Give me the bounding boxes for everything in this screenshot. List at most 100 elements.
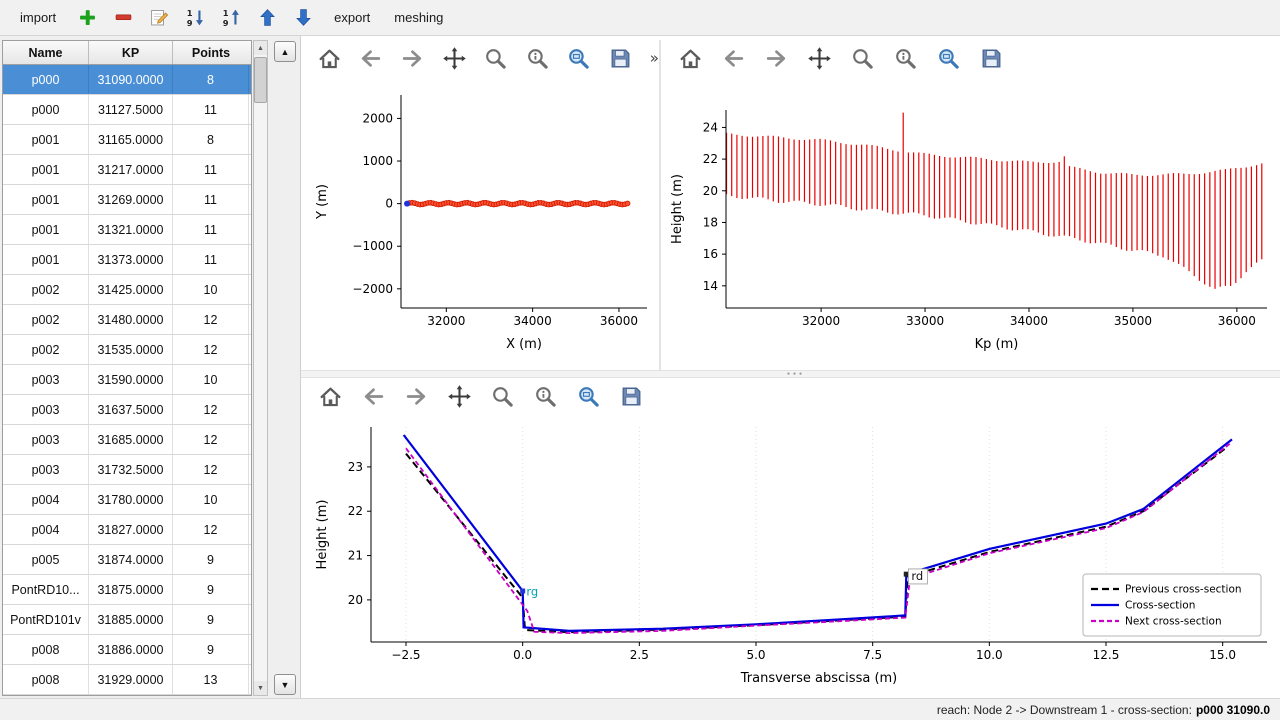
scrollbar-up-button[interactable]: ▲ bbox=[254, 41, 267, 55]
svg-text:rg: rg bbox=[526, 584, 538, 598]
zoom-rect-button[interactable] bbox=[563, 43, 596, 73]
back-icon bbox=[721, 46, 746, 71]
table-row[interactable]: p00331637.500012 bbox=[3, 395, 251, 425]
sort-ascending-button[interactable]: 19 bbox=[218, 5, 244, 31]
zoom-rect-icon bbox=[566, 46, 591, 71]
scrollbar-thumb[interactable] bbox=[254, 57, 267, 103]
table-row[interactable]: p00431827.000012 bbox=[3, 515, 251, 545]
points-cell: 9 bbox=[173, 575, 249, 604]
kp-cell: 31780.0000 bbox=[89, 485, 173, 514]
table-row[interactable]: p00131373.000011 bbox=[3, 245, 251, 275]
svg-text:36000: 36000 bbox=[1218, 314, 1256, 328]
splitter-grip[interactable] bbox=[787, 370, 805, 378]
pan-button[interactable] bbox=[802, 43, 836, 73]
toolbar-overflow-chevron[interactable]: » bbox=[650, 49, 659, 67]
kp-cell: 31217.0000 bbox=[89, 155, 173, 184]
panel-scroll-up-button[interactable]: ▲ bbox=[274, 41, 296, 62]
zoom-info-button[interactable] bbox=[888, 43, 922, 73]
zoom-info-icon bbox=[525, 46, 550, 71]
points-cell: 10 bbox=[173, 275, 249, 304]
pan-icon bbox=[447, 384, 472, 409]
table-row[interactable]: p00831929.000013 bbox=[3, 665, 251, 695]
pan-button[interactable] bbox=[442, 381, 476, 411]
home-button[interactable] bbox=[313, 381, 347, 411]
name-cell: p001 bbox=[3, 155, 89, 184]
points-cell: 11 bbox=[173, 215, 249, 244]
scrollbar-down-button[interactable]: ▼ bbox=[254, 681, 267, 695]
import-button[interactable]: import bbox=[14, 6, 62, 29]
points-cell: 9 bbox=[173, 605, 249, 634]
column-header-points[interactable]: Points bbox=[173, 41, 249, 64]
column-header-kp[interactable]: KP bbox=[89, 41, 173, 64]
table-row[interactable]: p00031127.500011 bbox=[3, 95, 251, 125]
minus-icon bbox=[113, 7, 134, 28]
table-row[interactable]: p00131165.00008 bbox=[3, 125, 251, 155]
name-cell: p008 bbox=[3, 635, 89, 664]
profile-plot-canvas[interactable]: 3200033000340003500036000141618202224Kp … bbox=[661, 80, 1280, 370]
svg-text:Cross-section: Cross-section bbox=[1125, 600, 1195, 612]
save-button[interactable] bbox=[974, 43, 1008, 73]
cross-section-plot-canvas[interactable]: rgrd−2.50.02.55.07.510.012.515.020212223… bbox=[301, 414, 1280, 698]
back-button[interactable] bbox=[355, 43, 388, 73]
forward-button[interactable] bbox=[399, 381, 433, 411]
table-row[interactable]: p00131321.000011 bbox=[3, 215, 251, 245]
meshing-button[interactable]: meshing bbox=[388, 6, 449, 29]
back-button[interactable] bbox=[356, 381, 390, 411]
zoom-button[interactable] bbox=[485, 381, 519, 411]
table-row[interactable]: p00831886.00009 bbox=[3, 635, 251, 665]
table-row[interactable]: p00131269.000011 bbox=[3, 185, 251, 215]
table-row[interactable]: p00031090.00008 bbox=[3, 65, 251, 95]
save-button[interactable] bbox=[604, 43, 637, 73]
scrollbar-track[interactable] bbox=[254, 55, 267, 681]
forward-button[interactable] bbox=[759, 43, 793, 73]
table-row[interactable]: p00331685.000012 bbox=[3, 425, 251, 455]
points-cell: 11 bbox=[173, 155, 249, 184]
table-row[interactable]: p00331590.000010 bbox=[3, 365, 251, 395]
home-button[interactable] bbox=[673, 43, 707, 73]
table-scrollbar[interactable]: ▲ ▼ bbox=[253, 40, 268, 696]
table-row[interactable]: PontRD101v31885.00009 bbox=[3, 605, 251, 635]
zoom-info-button[interactable] bbox=[528, 381, 562, 411]
edit-icon bbox=[149, 7, 170, 28]
forward-button[interactable] bbox=[396, 43, 429, 73]
zoom-rect-button[interactable] bbox=[571, 381, 605, 411]
svg-text:34000: 34000 bbox=[514, 314, 552, 328]
table-row[interactable]: p00231425.000010 bbox=[3, 275, 251, 305]
sort-descending-button[interactable]: 19 bbox=[182, 5, 208, 31]
export-button[interactable]: export bbox=[328, 6, 376, 29]
back-button[interactable] bbox=[716, 43, 750, 73]
sort-down-icon: 19 bbox=[185, 7, 206, 28]
table-row[interactable]: p00231480.000012 bbox=[3, 305, 251, 335]
zoom-rect-button[interactable] bbox=[931, 43, 965, 73]
table-row[interactable]: p00231535.000012 bbox=[3, 335, 251, 365]
name-cell: p003 bbox=[3, 395, 89, 424]
plan-plot-canvas[interactable]: 320003400036000200010000−1000−2000X (m)Y… bbox=[301, 80, 659, 370]
panel-scroll-down-button[interactable]: ▼ bbox=[274, 674, 296, 695]
zoom-button[interactable] bbox=[479, 43, 512, 73]
arrow-down-icon bbox=[293, 7, 314, 28]
table-row[interactable]: p00431780.000010 bbox=[3, 485, 251, 515]
name-cell: p003 bbox=[3, 425, 89, 454]
svg-text:Previous cross-section: Previous cross-section bbox=[1125, 584, 1242, 596]
name-cell: p000 bbox=[3, 95, 89, 124]
remove-button[interactable] bbox=[110, 5, 136, 31]
table-row[interactable]: p00331732.500012 bbox=[3, 455, 251, 485]
horizontal-splitter[interactable] bbox=[301, 370, 1280, 378]
table-row[interactable]: p00131217.000011 bbox=[3, 155, 251, 185]
move-up-button[interactable] bbox=[254, 5, 280, 31]
save-button[interactable] bbox=[614, 381, 648, 411]
pan-button[interactable] bbox=[438, 43, 471, 73]
points-cell: 11 bbox=[173, 245, 249, 274]
column-header-name[interactable]: Name bbox=[3, 41, 89, 64]
table-row[interactable]: p00531874.00009 bbox=[3, 545, 251, 575]
zoom-icon bbox=[850, 46, 875, 71]
points-cell: 9 bbox=[173, 635, 249, 664]
zoom-info-button[interactable] bbox=[521, 43, 554, 73]
add-button[interactable] bbox=[74, 5, 100, 31]
home-button[interactable] bbox=[313, 43, 346, 73]
kp-cell: 31090.0000 bbox=[89, 65, 173, 94]
edit-button[interactable] bbox=[146, 5, 172, 31]
move-down-button[interactable] bbox=[290, 5, 316, 31]
table-row[interactable]: PontRD10...31875.00009 bbox=[3, 575, 251, 605]
zoom-button[interactable] bbox=[845, 43, 879, 73]
